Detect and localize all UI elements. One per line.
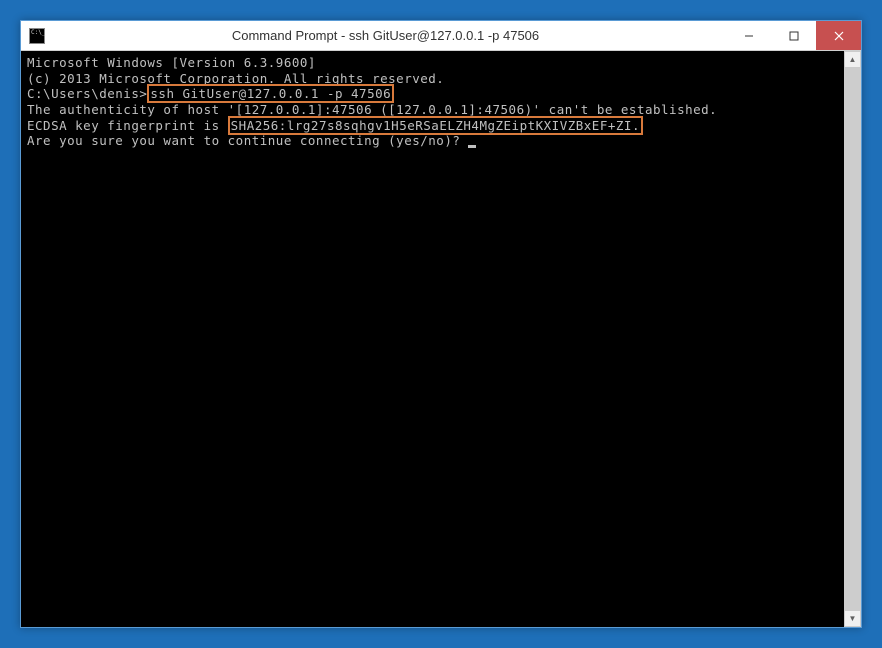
fingerprint-prefix: ECDSA key fingerprint is <box>27 118 228 133</box>
console-line: Are you sure you want to continue connec… <box>27 133 838 149</box>
window-controls <box>726 21 861 50</box>
highlighted-command: ssh GitUser@127.0.0.1 -p 47506 <box>147 84 394 103</box>
minimize-button[interactable] <box>726 21 771 50</box>
close-button[interactable] <box>816 21 861 50</box>
close-icon <box>834 31 844 41</box>
console-area: Microsoft Windows [Version 6.3.9600](c) … <box>21 51 861 627</box>
console-line: ECDSA key fingerprint is SHA256:lrg27s8s… <box>27 118 838 134</box>
scroll-up-button[interactable]: ▲ <box>844 51 861 68</box>
minimize-icon <box>744 31 754 41</box>
scroll-thumb[interactable] <box>844 68 861 610</box>
maximize-button[interactable] <box>771 21 816 50</box>
console-line: C:\Users\denis>ssh GitUser@127.0.0.1 -p … <box>27 86 838 102</box>
maximize-icon <box>789 31 799 41</box>
text-cursor <box>468 145 476 148</box>
scroll-down-button[interactable]: ▼ <box>844 610 861 627</box>
console-line: Microsoft Windows [Version 6.3.9600] <box>27 55 838 71</box>
cmd-icon <box>29 28 45 44</box>
prompt-prefix: C:\Users\denis> <box>27 86 147 101</box>
scroll-track[interactable] <box>844 68 861 610</box>
highlighted-fingerprint: SHA256:lrg27s8sqhgv1H5eRSaELZH4MgZEiptKX… <box>228 116 643 135</box>
titlebar[interactable]: Command Prompt - ssh GitUser@127.0.0.1 -… <box>21 21 861 51</box>
command-prompt-window: Command Prompt - ssh GitUser@127.0.0.1 -… <box>20 20 862 628</box>
window-title: Command Prompt - ssh GitUser@127.0.0.1 -… <box>45 28 726 43</box>
console-content[interactable]: Microsoft Windows [Version 6.3.9600](c) … <box>21 51 844 627</box>
vertical-scrollbar[interactable]: ▲ ▼ <box>844 51 861 627</box>
confirm-prompt: Are you sure you want to continue connec… <box>27 133 468 148</box>
